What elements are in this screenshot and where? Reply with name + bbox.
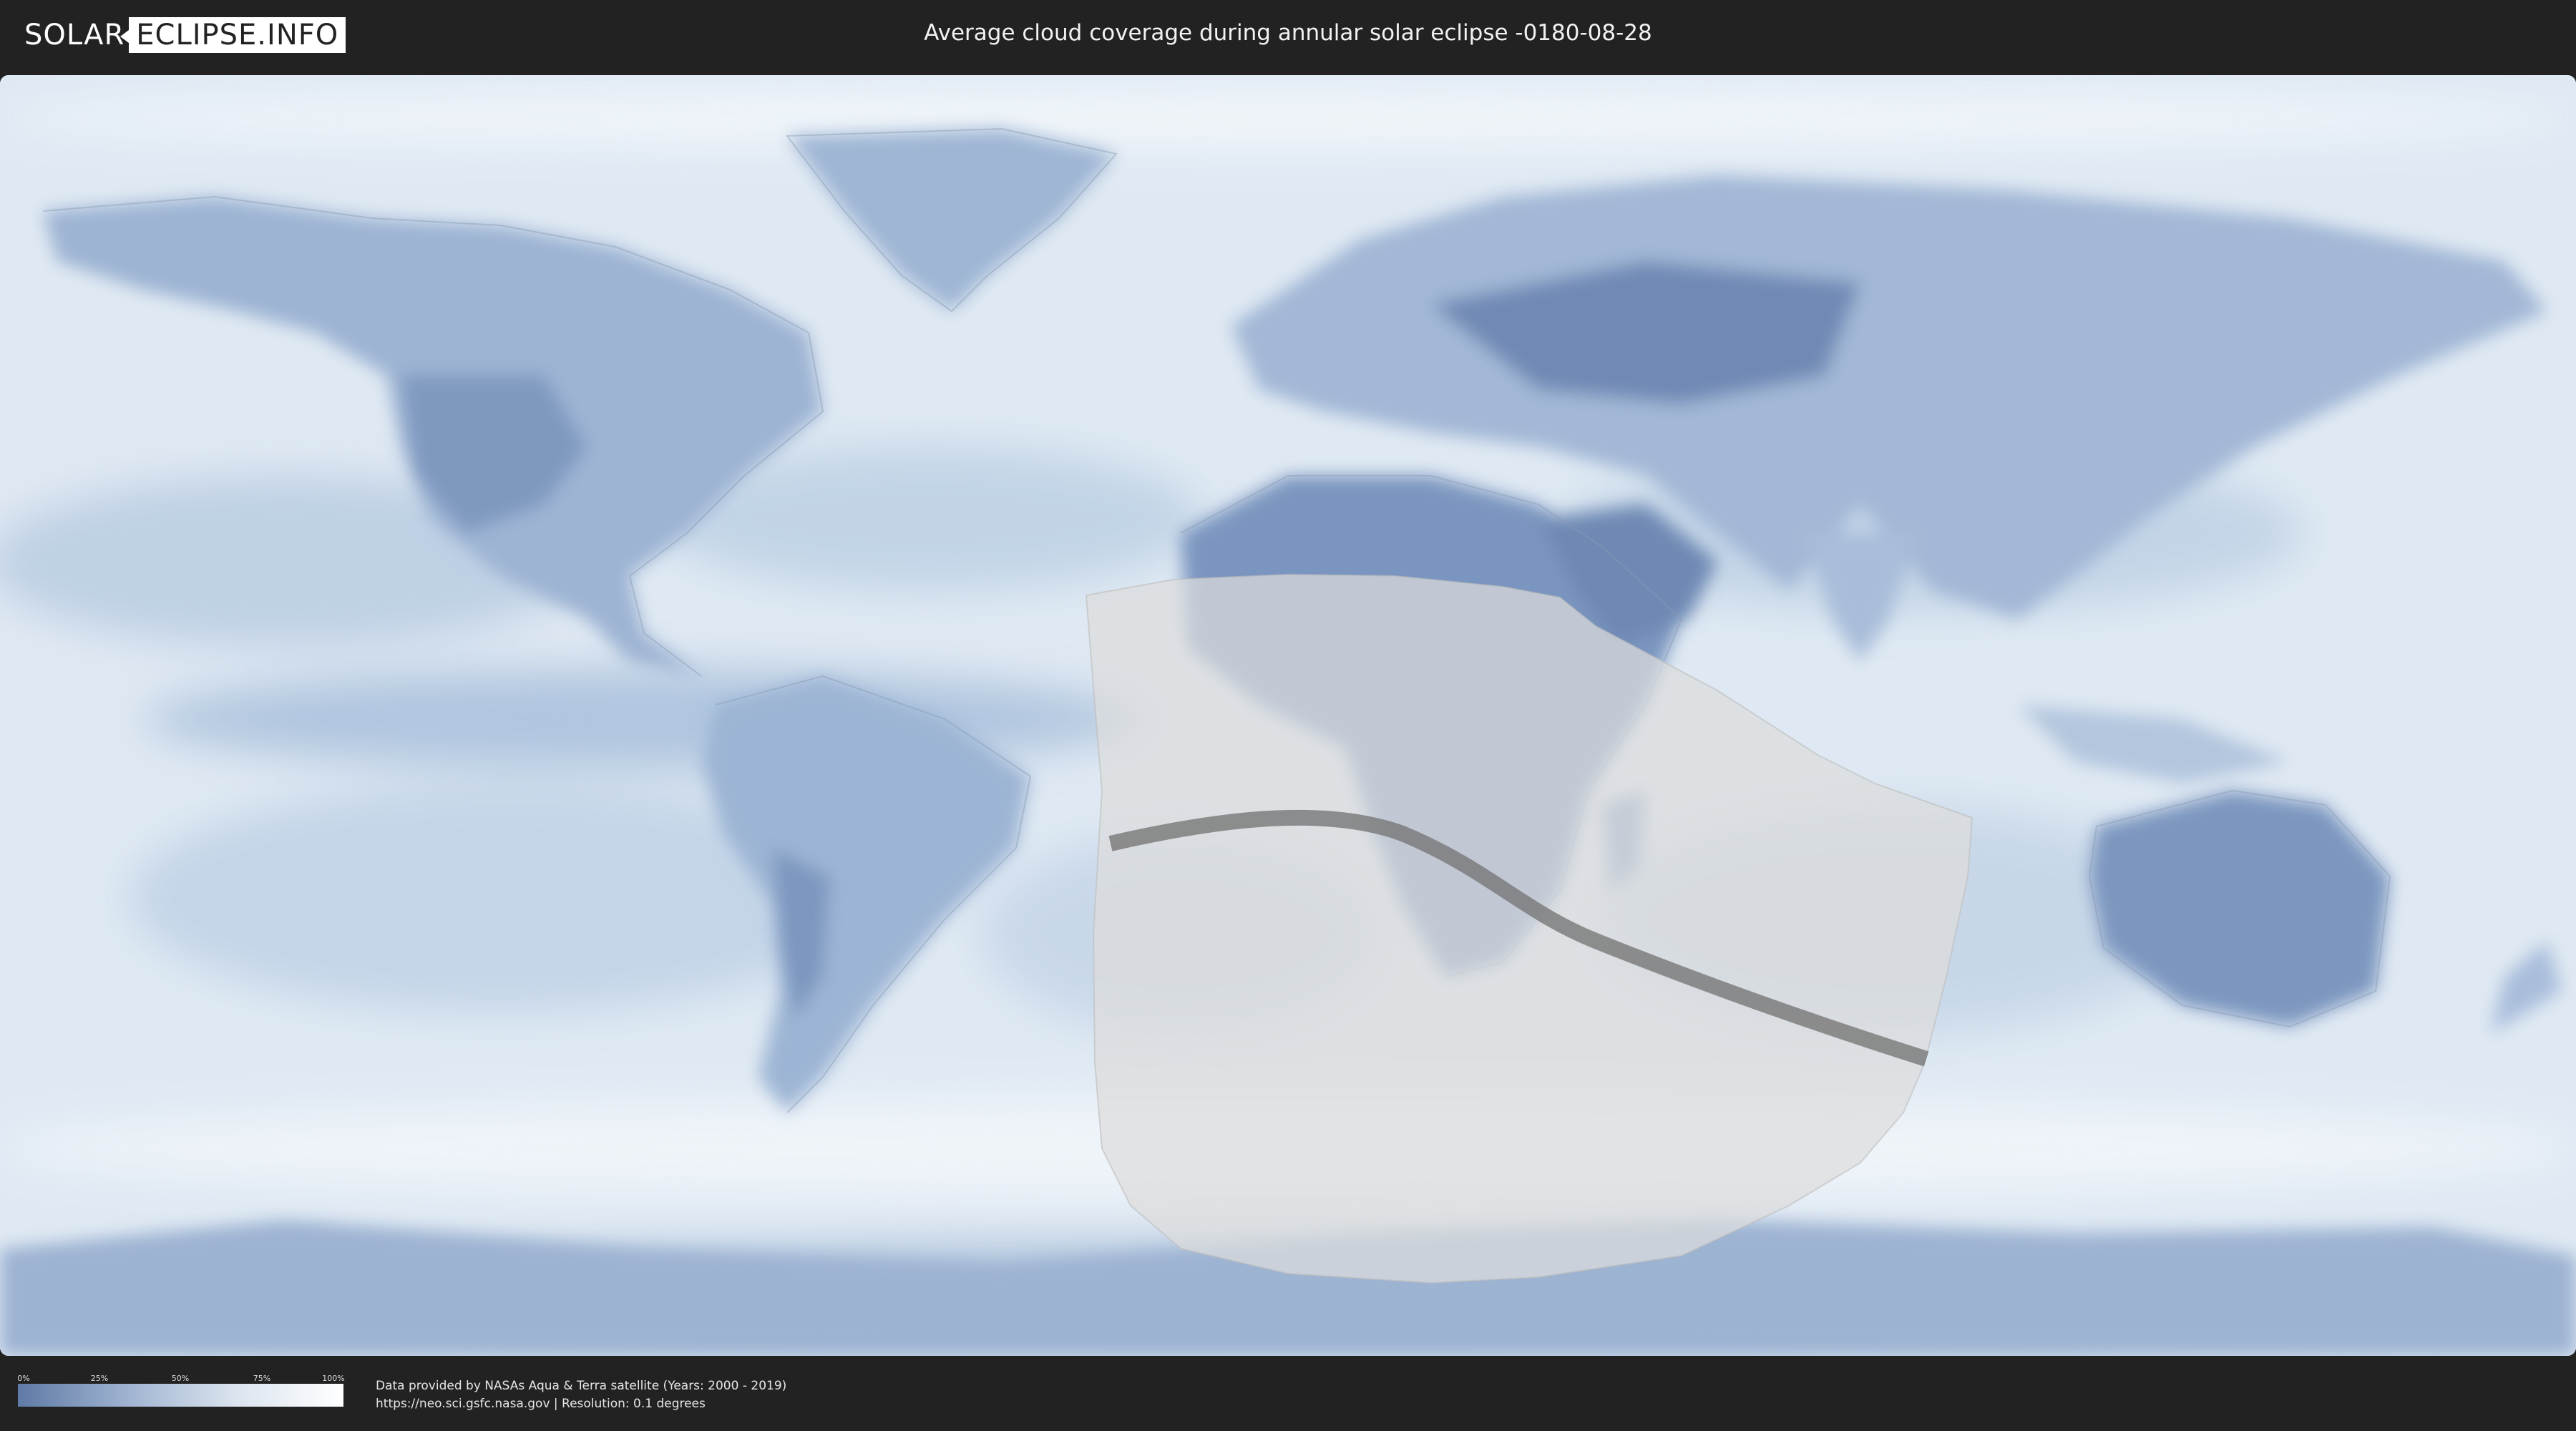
legend-gradient-bar bbox=[18, 1384, 343, 1407]
legend-tick-0: 0% bbox=[17, 1374, 30, 1383]
legend-tick-100: 100% bbox=[322, 1374, 345, 1383]
page-title: Average cloud coverage during annular so… bbox=[924, 20, 1652, 46]
cloud-coverage-legend: 0% 25% 50% 75% 100% bbox=[17, 1374, 345, 1407]
legend-tick-50: 50% bbox=[171, 1374, 190, 1383]
header-bar: SOLAR ECLIPSE.INFO Average cloud coverag… bbox=[0, 0, 2576, 72]
legend-tick-labels: 0% 25% 50% 75% 100% bbox=[17, 1374, 345, 1384]
cloud-coverage-map[interactable] bbox=[0, 75, 2576, 1356]
credit-source: Data provided by NASAs Aqua & Terra sate… bbox=[376, 1379, 787, 1393]
legend-tick-25: 25% bbox=[90, 1374, 109, 1383]
legend-tick-75: 75% bbox=[253, 1374, 271, 1383]
map-svg bbox=[0, 75, 2576, 1356]
data-credit: Data provided by NASAs Aqua & Terra sate… bbox=[376, 1377, 786, 1413]
credit-url[interactable]: https://neo.sci.gsfc.nasa.gov | Resoluti… bbox=[376, 1395, 786, 1413]
